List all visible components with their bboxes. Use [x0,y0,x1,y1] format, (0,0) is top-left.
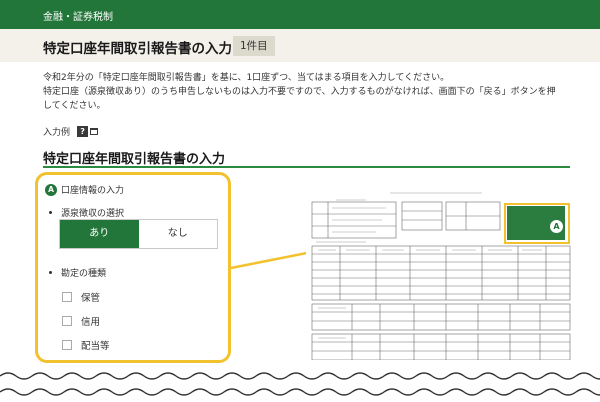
account-type-label: 勘定の種類 [48,266,106,279]
report-form-preview: A [306,188,576,360]
withholding-yes-button[interactable]: あり [60,220,139,248]
account-info-callout: A 口座情報の入力 源泉徴収の選択 あり なし 勘定の種類 保管 信用 配当等 [35,172,231,363]
checkbox-box[interactable] [62,340,72,350]
input-example-label[interactable]: 入力例 [43,125,70,138]
withholding-label: 源泉徴収の選択 [48,206,124,219]
checkbox-dividends[interactable]: 配当等 [62,338,110,352]
withholding-no-button[interactable]: なし [138,220,217,248]
form-highlight-box: A [504,203,570,244]
checkbox-label[interactable]: 保管 [81,290,100,304]
new-window-icon [90,127,99,135]
input-example[interactable]: 入力例 ? [43,124,99,138]
intro-line-2: 特定口座（源泉徴収あり）のうち申告しないものは入力不要ですので、入力するものがな… [43,87,556,111]
checkbox-box[interactable] [62,292,72,302]
section-divider [43,166,570,168]
page-title: 特定口座年間取引報告書の入力 [43,41,232,57]
checkbox-label[interactable]: 信用 [81,314,100,328]
section-title: 特定口座年間取引報告書の入力 [43,152,226,167]
question-icon[interactable]: ? [77,125,89,137]
checkbox-box[interactable] [62,316,72,326]
top-bar: 金融・証券税制 [0,0,600,29]
account-info-label: 口座情報の入力 [61,186,125,196]
checkbox-margin[interactable]: 信用 [62,314,100,328]
withholding-toggle[interactable]: あり なし [59,219,218,249]
breadcrumb: 金融・証券税制 [43,12,113,23]
intro-line-1: 令和2年分の「特定口座年間取引報告書」を基に、1口座ずつ、当てはまる項目を入力し… [43,73,450,83]
count-badge: 1件目 [233,36,275,56]
checkbox-storage[interactable]: 保管 [62,290,100,304]
badge-a-icon: A [550,220,563,233]
checkbox-label[interactable]: 配当等 [81,338,110,352]
title-band: 特定口座年間取引報告書の入力 1件目 [0,29,600,62]
torn-edge-divider [0,372,600,396]
intro-text: 令和2年分の「特定口座年間取引報告書」を基に、1口座ずつ、当てはまる項目を入力し… [43,71,563,113]
badge-a-icon: A [45,184,57,196]
